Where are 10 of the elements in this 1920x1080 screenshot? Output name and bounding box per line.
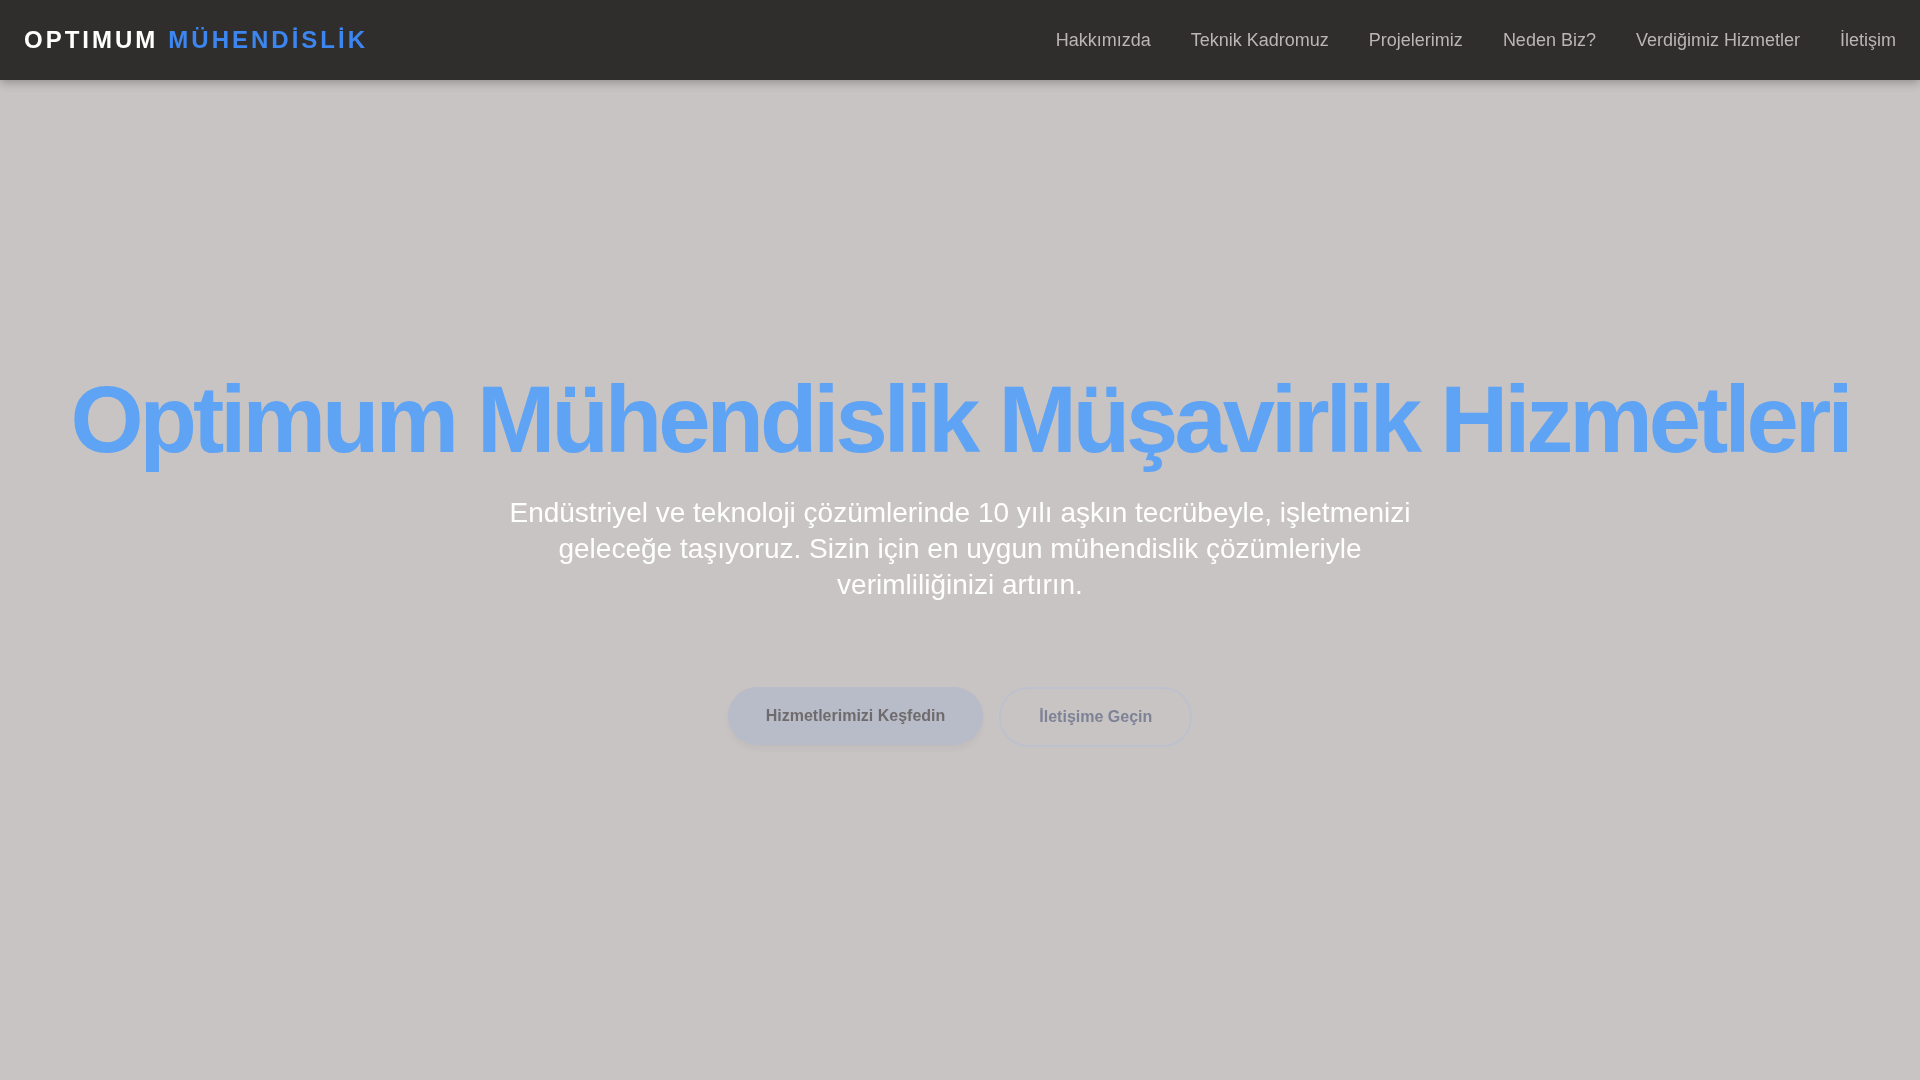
brand-name-accent[interactable]: MÜHENDİSLİK [168,26,368,54]
hero-subtitle: Endüstriyel ve teknoloji çözümlerinde 10 yılı aşkın tecrübeyle, işletmenizi geleceğe taşıyoruz. Sizin için en uygun mühendislik çözümleriyle verimliliğinizi artırın. [508,496,1412,603]
nav-link[interactable]: Hakkımızda [1055,29,1151,51]
nav-link[interactable]: Verdiğimiz Hizmetler [1635,29,1800,51]
nav-link[interactable]: Projelerimiz [1368,29,1463,51]
nav-link[interactable]: İletişim [1840,29,1896,51]
nav-link[interactable]: Neden Biz? [1502,29,1596,51]
hero-title: Optimum Mühendislik Müşavirlik Hizmetleri [70,368,1850,472]
nav-link[interactable]: Teknik Kadromuz [1190,29,1329,51]
brand-name[interactable]: OPTIMUM [24,26,159,54]
